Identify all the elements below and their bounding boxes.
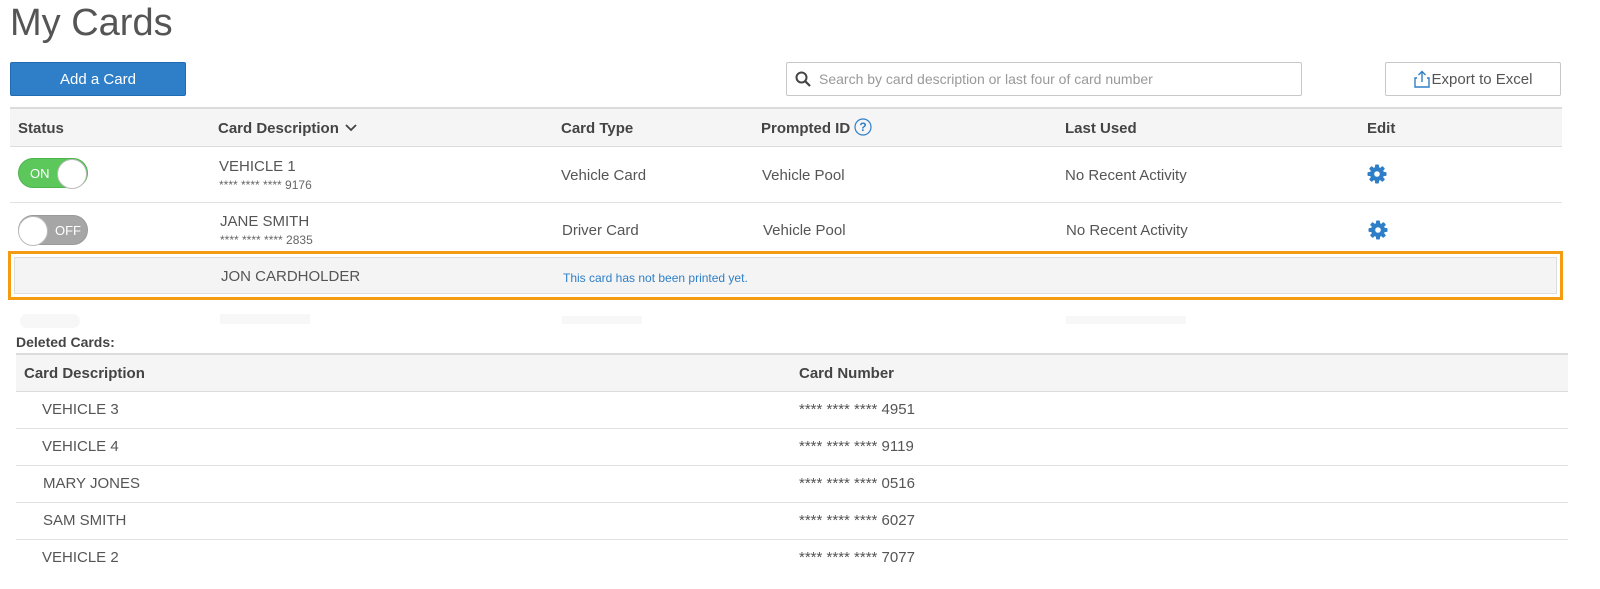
card-name: VEHICLE 1 [219, 158, 296, 175]
help-icon[interactable]: ? [854, 118, 872, 136]
deleted-cards-label: Deleted Cards: [16, 334, 115, 350]
export-to-excel-button[interactable]: Export to Excel [1385, 62, 1561, 96]
prompted-id: Vehicle Pool [763, 222, 846, 239]
deleted-card-name: VEHICLE 4 [42, 438, 119, 455]
header-last-used: Last Used [1065, 120, 1137, 137]
unprinted-card-row: JON CARDHOLDER This card has not been pr… [8, 251, 1563, 300]
search-box [786, 62, 1302, 96]
header-card-description: Card Description [24, 365, 145, 382]
search-icon [795, 71, 811, 87]
cards-table-header: Status Card Description Card Type Prompt… [10, 107, 1562, 147]
deleted-card-name: SAM SMITH [43, 512, 127, 529]
faded-background-row [0, 310, 1600, 332]
add-card-button[interactable]: Add a Card [10, 62, 186, 96]
card-type: Vehicle Card [561, 167, 647, 184]
header-edit: Edit [1367, 120, 1396, 137]
export-label: Export to Excel [1431, 70, 1533, 88]
gear-icon[interactable] [1367, 164, 1387, 184]
deleted-card-name: VEHICLE 3 [42, 401, 119, 418]
not-printed-notice: This card has not been printed yet. [563, 271, 748, 285]
table-row: VEHICLE 4 **** **** **** 9119 [16, 429, 1568, 466]
card-number: **** **** **** 9176 [219, 178, 312, 192]
last-used: No Recent Activity [1066, 222, 1188, 239]
header-prompted-id: Prompted ID ? [761, 118, 872, 137]
deleted-card-number: **** **** **** 6027 [799, 512, 915, 529]
header-card-number: Card Number [799, 365, 895, 382]
status-toggle[interactable]: OFF [18, 215, 88, 246]
header-card-description[interactable]: Card Description [218, 120, 357, 137]
prompted-id: Vehicle Pool [762, 167, 845, 184]
card-name: JON CARDHOLDER [221, 268, 361, 285]
deleted-card-number: **** **** **** 7077 [799, 549, 915, 566]
deleted-card-number: **** **** **** 4951 [799, 401, 915, 418]
table-row: OFF JANE SMITH **** **** **** 2835 Drive… [10, 203, 1562, 251]
gear-icon[interactable] [1368, 220, 1388, 240]
page-title: My Cards [10, 2, 173, 44]
deleted-table-header: Card Description Card Number [16, 353, 1568, 392]
deleted-card-name: VEHICLE 2 [42, 549, 119, 566]
header-card-type: Card Type [561, 120, 634, 137]
card-name: JANE SMITH [220, 213, 310, 230]
table-row: ON VEHICLE 1 **** **** **** 9176 Vehicle… [10, 147, 1562, 203]
deleted-card-number: **** **** **** 9119 [799, 438, 914, 455]
header-status: Status [18, 120, 64, 137]
table-row: VEHICLE 3 **** **** **** 4951 [16, 392, 1568, 429]
table-row: VEHICLE 2 **** **** **** 7077 [16, 540, 1568, 577]
chevron-down-icon [345, 124, 357, 132]
deleted-card-number: **** **** **** 0516 [799, 475, 915, 492]
table-row: MARY JONES **** **** **** 0516 [16, 466, 1568, 503]
card-type: Driver Card [562, 222, 639, 239]
last-used: No Recent Activity [1065, 167, 1187, 184]
table-row: SAM SMITH **** **** **** 6027 [16, 503, 1568, 540]
deleted-card-name: MARY JONES [43, 475, 140, 492]
card-number: **** **** **** 2835 [220, 233, 313, 247]
svg-text:?: ? [860, 120, 867, 134]
status-toggle[interactable]: ON [18, 158, 88, 189]
search-input[interactable] [817, 70, 1287, 88]
export-icon [1413, 70, 1430, 88]
